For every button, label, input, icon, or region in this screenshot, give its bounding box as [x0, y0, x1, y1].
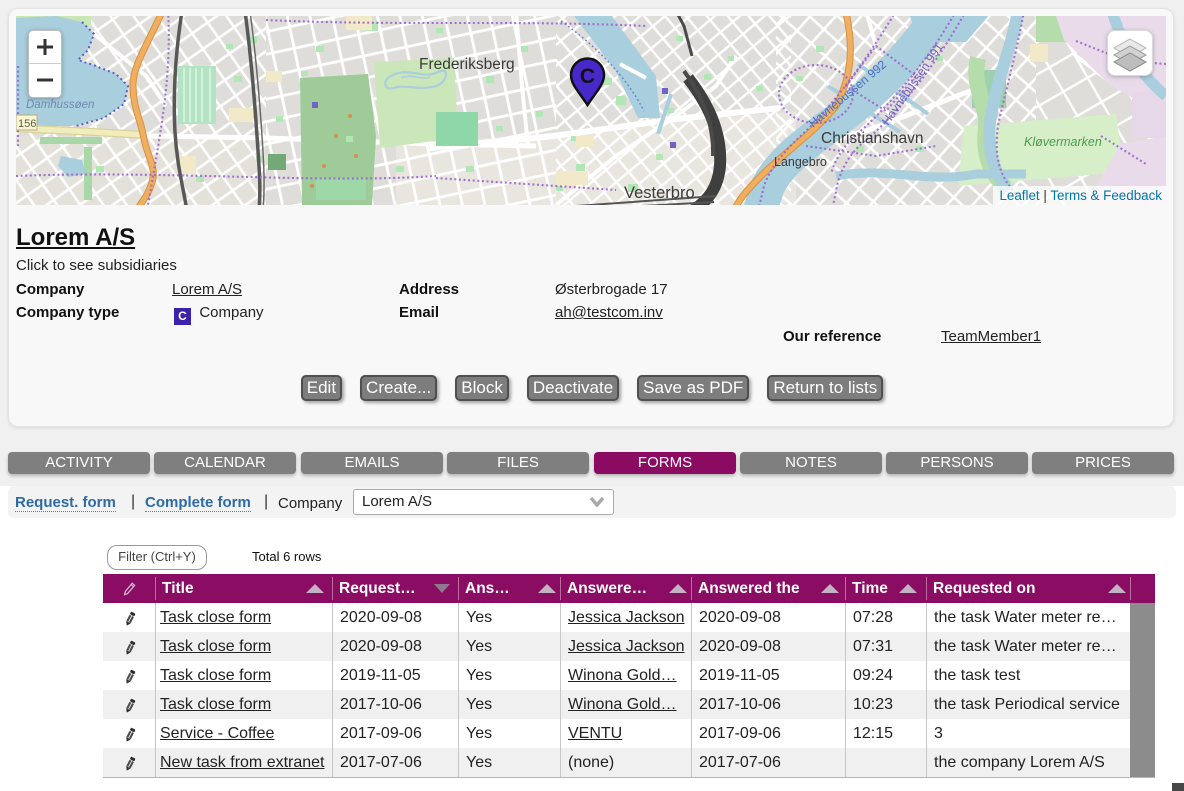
svg-text:156: 156 — [18, 118, 36, 130]
svg-text:Vesterbro: Vesterbro — [624, 184, 695, 202]
svg-text:Christianshavn: Christianshavn — [821, 130, 924, 147]
svg-text:Langebro: Langebro — [774, 155, 827, 169]
svg-text:C: C — [580, 65, 595, 88]
svg-text:Frederiksberg: Frederiksberg — [419, 56, 515, 73]
svg-text:Damhussøen: Damhussøen — [26, 99, 94, 111]
svg-text:Kløvermarken: Kløvermarken — [1024, 135, 1102, 149]
